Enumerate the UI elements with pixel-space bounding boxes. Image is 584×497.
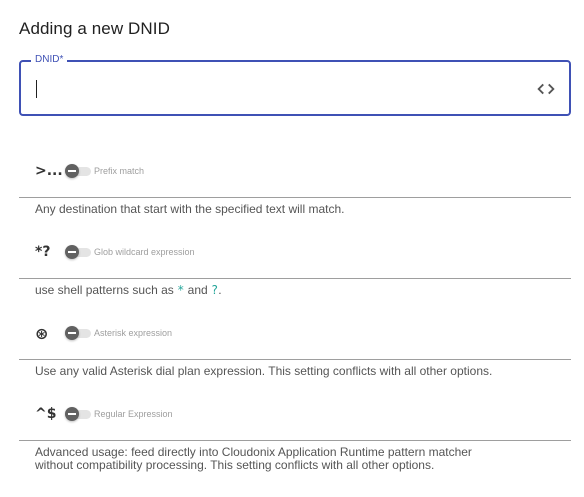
glob-desc-after: . <box>218 283 222 297</box>
glob-wildcard-description: use shell patterns such as * and ?. <box>35 284 222 297</box>
prefix-icon: >... <box>35 163 63 179</box>
regex-icon: ^$ <box>35 406 57 422</box>
dnid-field-label: DNID* <box>31 54 68 66</box>
prefix-match-label: Prefix match <box>94 166 145 176</box>
prefix-match-toggle[interactable] <box>65 164 91 178</box>
glob-desc-between: and <box>184 283 212 297</box>
glob-wildcard-label: Glob wildcard expression <box>94 247 195 257</box>
asterisk-expression-label: Asterisk expression <box>94 328 173 338</box>
dnid-field[interactable]: DNID* <box>19 54 571 116</box>
text-cursor <box>36 80 37 98</box>
asterisk-expression-row: ⊛ Asterisk expression <box>35 323 172 343</box>
divider <box>19 440 571 441</box>
regular-expression-label: Regular Expression <box>94 409 173 419</box>
regular-expression-toggle[interactable] <box>65 407 91 421</box>
prefix-match-row: >... Prefix match <box>35 161 144 181</box>
divider <box>19 359 571 360</box>
regular-expression-description: Advanced usage: feed directly into Cloud… <box>35 446 472 472</box>
divider <box>19 197 571 198</box>
asterisk-expression-description: Use any valid Asterisk dial plan express… <box>35 364 493 378</box>
glob-wildcard-row: *? Glob wildcard expression <box>35 242 195 262</box>
asterisk-expression-toggle[interactable] <box>65 326 91 340</box>
toggle-knob <box>65 164 79 178</box>
prefix-match-description: Any destination that start with the spec… <box>35 202 345 216</box>
glob-wildcard-toggle[interactable] <box>65 245 91 259</box>
asterisk-icon: ⊛ <box>35 323 49 343</box>
dialog-title: Adding a new DNID <box>19 19 170 38</box>
regular-expression-row: ^$ Regular Expression <box>35 404 173 424</box>
regex-desc-line-2: without compatibility processing. This s… <box>35 458 435 472</box>
code-brackets-icon[interactable] <box>535 78 557 100</box>
glob-desc-before: use shell patterns such as <box>35 283 178 297</box>
toggle-knob <box>65 407 79 421</box>
toggle-knob <box>65 326 79 340</box>
glob-icon: *? <box>35 244 51 260</box>
divider <box>19 278 571 279</box>
toggle-knob <box>65 245 79 259</box>
